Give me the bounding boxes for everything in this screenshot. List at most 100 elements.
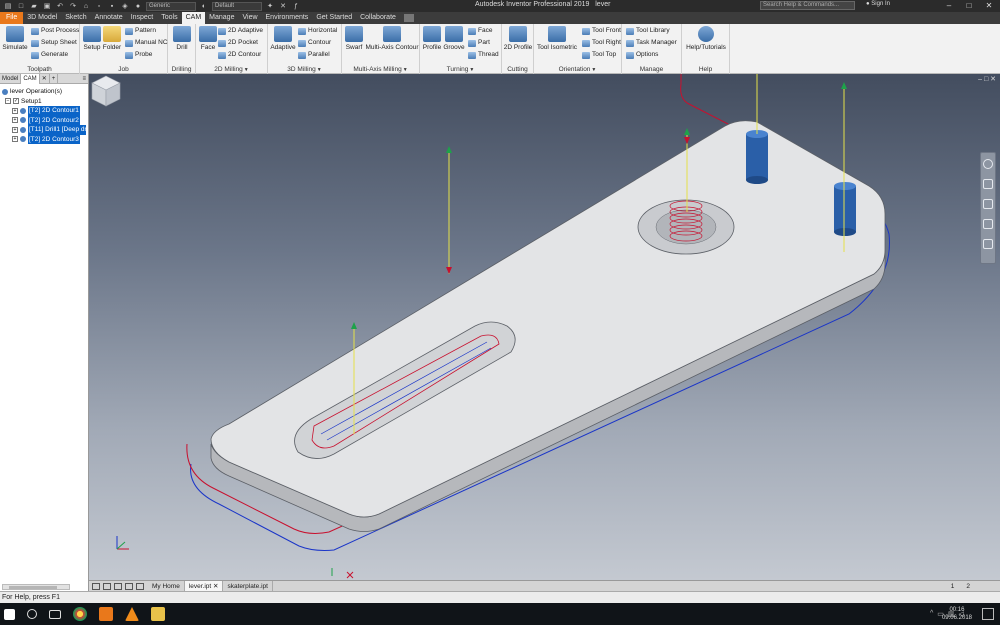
doc-tab-skaterplate[interactable]: skaterplate.ipt xyxy=(223,580,273,592)
pan-icon[interactable] xyxy=(983,179,993,189)
tree-operation[interactable]: +[T11] Drill1 [Deep drilling] xyxy=(2,125,86,135)
probe-button[interactable]: Probe xyxy=(125,50,152,60)
document-menu-icon[interactable] xyxy=(136,582,144,590)
minimize-button[interactable]: – xyxy=(940,0,958,12)
part-button[interactable]: Part xyxy=(468,38,490,48)
undo-icon[interactable]: ↶ xyxy=(55,2,65,11)
doc-tab-my-home[interactable]: My Home xyxy=(148,580,185,592)
signin-link[interactable]: ● Sign In xyxy=(866,1,890,7)
tool-front-button[interactable]: Tool Front xyxy=(582,26,621,36)
inventor-icon[interactable] xyxy=(99,607,113,621)
tile-horizontal-icon[interactable] xyxy=(92,582,100,590)
notification-icon[interactable] xyxy=(982,608,994,620)
tab-annotate[interactable]: Annotate xyxy=(91,12,127,24)
expand-icon[interactable]: + xyxy=(12,107,18,114)
material-icon[interactable]: ◐ xyxy=(199,2,209,11)
tab-collaborate[interactable]: Collaborate xyxy=(356,12,400,24)
contour-button[interactable]: Contour xyxy=(298,38,331,48)
tab-cam[interactable]: CAM xyxy=(181,12,206,24)
browser-scrollbar[interactable] xyxy=(2,584,70,590)
swarf-button[interactable]: Swarf xyxy=(344,26,364,51)
turning-profile-button[interactable]: Profile xyxy=(422,26,442,51)
select-icon[interactable]: ▫ xyxy=(94,2,104,11)
post-process-button[interactable]: Post Process xyxy=(31,26,79,36)
print-icon[interactable]: ▪ xyxy=(107,2,117,11)
tree-operation[interactable]: + [T2] 2D Contour3 xyxy=(2,134,86,144)
tree-operation[interactable]: + [T2] 2D Contour2 xyxy=(2,115,86,125)
manual-nc-button[interactable]: Manual NC xyxy=(125,38,168,48)
file-explorer-icon[interactable] xyxy=(151,607,165,621)
scrollbar-thumb[interactable] xyxy=(9,586,57,589)
tab-sketch[interactable]: Sketch xyxy=(61,12,90,24)
clock[interactable]: 00:16 09.06.2018 xyxy=(942,606,972,622)
face-button[interactable]: Face xyxy=(198,26,218,51)
windows-start-icon[interactable] xyxy=(4,608,15,620)
measure-icon[interactable]: ◈ xyxy=(120,2,130,11)
thread-button[interactable]: Thread xyxy=(468,50,499,60)
browser-tab-model[interactable]: Model xyxy=(0,73,22,84)
tree-operation[interactable]: + [T2] 2D Contour1 xyxy=(2,106,86,116)
setup-check-icon[interactable]: ✓ xyxy=(13,98,19,105)
turning-face-button[interactable]: Face xyxy=(468,26,492,36)
tile-vertical-icon[interactable] xyxy=(103,582,111,590)
expand-icon[interactable]: + xyxy=(12,136,18,143)
expand-icon[interactable]: + xyxy=(12,117,18,124)
open-icon[interactable]: ▰ xyxy=(29,2,39,11)
tool-top-button[interactable]: Tool Top xyxy=(582,50,616,60)
viewport-window-controls[interactable]: – □ ✕ xyxy=(978,75,996,83)
graphics-viewport[interactable]: – □ ✕ xyxy=(89,74,1000,580)
search-icon[interactable] xyxy=(27,609,37,619)
browser-add-icon[interactable]: + xyxy=(50,73,59,84)
simulate-button[interactable]: Simulate xyxy=(2,26,28,51)
ribbon-toggle-icon[interactable] xyxy=(403,14,414,22)
adjust-icon[interactable]: ✦ xyxy=(265,2,275,11)
adaptive-button[interactable]: Adaptive xyxy=(269,26,297,51)
tool-library-button[interactable]: Tool Library xyxy=(626,26,670,36)
task-manager-button[interactable]: Task Manager xyxy=(626,38,677,48)
zoom-icon[interactable] xyxy=(983,199,993,209)
redo-icon[interactable]: ↷ xyxy=(68,2,78,11)
help-search-input[interactable]: Search Help & Commands... xyxy=(760,1,855,10)
clear-icon[interactable]: ✕ xyxy=(278,2,288,11)
tab-tools[interactable]: Tools xyxy=(157,12,181,24)
tree-setup[interactable]: − ✓ Setup1 xyxy=(2,97,86,107)
folder-button[interactable]: Folder xyxy=(101,26,123,51)
collapse-icon[interactable]: − xyxy=(5,98,11,105)
tab-file[interactable]: File xyxy=(0,12,24,24)
appearance-select[interactable]: Generic xyxy=(146,1,196,11)
tab-environments[interactable]: Environments xyxy=(262,12,313,24)
chrome-icon[interactable] xyxy=(73,607,87,621)
tool-isometric-button[interactable]: Tool Isometric xyxy=(535,26,579,51)
horizontal-button[interactable]: Horizontal xyxy=(298,26,337,36)
fx-icon[interactable]: ƒ xyxy=(291,2,301,11)
tab-3d-model[interactable]: 3D Model xyxy=(23,12,61,24)
maximize-button[interactable]: □ xyxy=(960,0,978,12)
tab-get-started[interactable]: Get Started xyxy=(312,12,356,24)
2d-profile-button[interactable]: 2D Profile xyxy=(503,26,533,51)
tray-chevron-icon[interactable]: ^ xyxy=(930,610,933,618)
arrange-icon[interactable] xyxy=(125,582,133,590)
tree-root[interactable]: lever Operation(s) xyxy=(2,87,86,97)
tab-manage[interactable]: Manage xyxy=(205,12,238,24)
app-menu-icon[interactable]: ▤ xyxy=(3,2,13,11)
options-button[interactable]: Options xyxy=(626,50,658,60)
browser-tab-cam[interactable]: CAM xyxy=(21,73,40,84)
look-at-icon[interactable] xyxy=(983,239,993,249)
expand-icon[interactable]: + xyxy=(12,126,18,133)
doc-tab-lever[interactable]: lever.ipt ✕ xyxy=(184,580,224,592)
setup-button[interactable]: Setup xyxy=(82,26,102,51)
material-select[interactable]: Default xyxy=(212,1,262,11)
orbit-icon[interactable] xyxy=(983,219,993,229)
2d-pocket-button[interactable]: 2D Pocket xyxy=(218,38,258,48)
close-button[interactable]: ✕ xyxy=(980,0,998,12)
browser-menu-icon[interactable]: ≡ xyxy=(80,74,88,84)
vlc-icon[interactable] xyxy=(125,607,139,621)
steering-wheel-icon[interactable] xyxy=(983,159,993,169)
help-tutorials-button[interactable]: Help/Tutorials xyxy=(684,26,728,51)
setup-sheet-button[interactable]: Setup Sheet xyxy=(31,38,77,48)
cascade-icon[interactable] xyxy=(114,582,122,590)
drill-button[interactable]: Drill xyxy=(172,26,192,51)
2d-contour-button[interactable]: 2D Contour xyxy=(218,50,261,60)
task-view-icon[interactable] xyxy=(49,609,61,619)
browser-close-icon[interactable]: ✕ xyxy=(40,73,50,84)
